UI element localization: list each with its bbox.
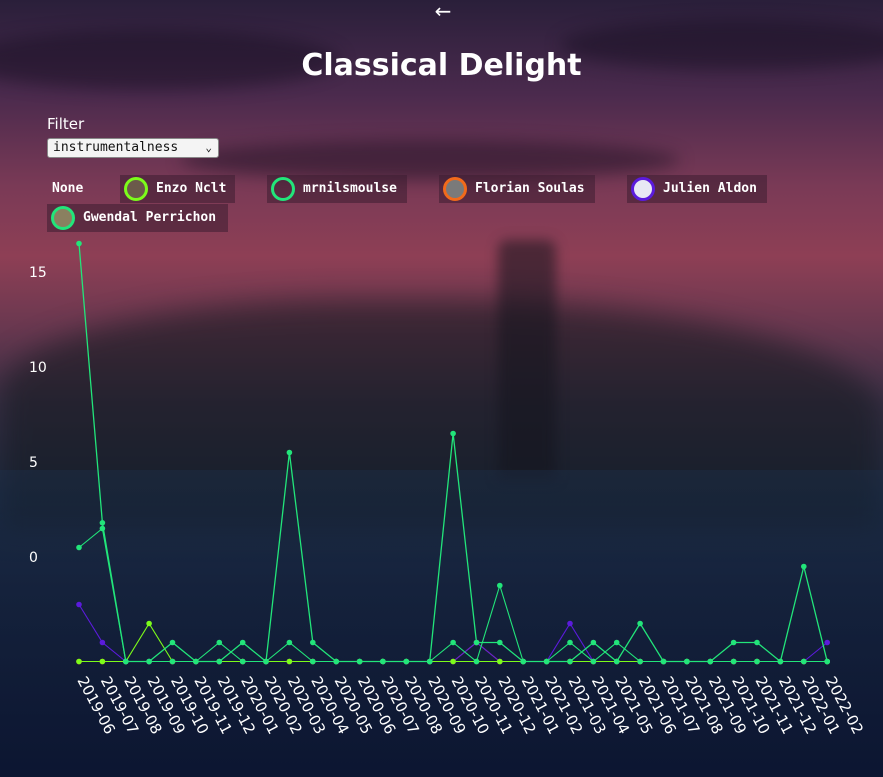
data-point — [99, 520, 106, 526]
data-point — [450, 658, 456, 665]
y-tick-label: 0 — [29, 550, 38, 566]
data-point — [590, 658, 597, 665]
data-point — [497, 639, 503, 646]
data-point — [380, 658, 386, 665]
data-point — [216, 658, 223, 665]
data-point — [239, 658, 246, 665]
data-point — [520, 658, 526, 665]
data-point — [637, 658, 643, 665]
data-point — [567, 639, 573, 646]
data-point — [146, 620, 152, 627]
data-point — [123, 658, 129, 665]
data-point — [824, 658, 830, 665]
data-point — [169, 658, 176, 665]
data-point — [333, 658, 340, 665]
data-point — [193, 658, 199, 665]
data-point — [99, 658, 106, 665]
data-point — [239, 639, 246, 646]
data-point — [543, 658, 550, 665]
data-point — [426, 658, 433, 665]
y-tick-label: 5 — [29, 455, 38, 471]
line-chart: 0 5 10 15 2019-062019-072019-082019-092019-… — [29, 240, 867, 737]
data-point — [660, 658, 667, 665]
data-point — [216, 639, 223, 646]
data-point — [310, 639, 316, 646]
data-point — [76, 544, 82, 551]
data-point — [613, 658, 620, 665]
data-point — [76, 658, 82, 665]
data-point — [310, 658, 316, 665]
data-point — [637, 620, 643, 627]
data-point — [473, 639, 480, 646]
data-point — [801, 658, 807, 665]
data-point — [684, 658, 690, 665]
data-point — [613, 639, 620, 646]
data-point — [754, 658, 760, 665]
data-point — [450, 639, 456, 646]
x-axis: 2019-062019-072019-082019-092019-102019-… — [73, 673, 866, 737]
series-line — [78, 604, 828, 663]
y-tick-label: 15 — [29, 265, 47, 281]
series-lines — [78, 243, 828, 663]
y-tick-label: 10 — [29, 360, 47, 376]
data-point — [567, 620, 573, 627]
data-point — [76, 240, 82, 247]
data-point — [497, 658, 503, 665]
data-point — [356, 658, 363, 665]
data-point — [707, 658, 714, 665]
data-point — [801, 563, 807, 570]
data-point — [497, 582, 503, 589]
data-point — [824, 639, 830, 646]
data-point — [99, 525, 106, 532]
series-points — [76, 240, 830, 665]
data-point — [76, 601, 82, 608]
y-axis: 0 5 10 15 — [29, 265, 47, 566]
series-line — [79, 641, 828, 663]
data-point — [754, 639, 760, 646]
data-point — [777, 658, 784, 665]
data-point — [403, 658, 410, 665]
series-line — [78, 243, 828, 663]
data-point — [286, 658, 293, 665]
data-point — [450, 430, 456, 437]
data-point — [286, 639, 293, 646]
data-point — [590, 639, 597, 646]
data-point — [263, 658, 269, 665]
data-point — [567, 658, 573, 665]
data-point — [730, 639, 737, 646]
data-point — [169, 639, 176, 646]
data-point — [730, 658, 737, 665]
data-point — [99, 639, 106, 646]
data-point — [146, 658, 152, 665]
data-point — [473, 658, 480, 665]
data-point — [286, 449, 293, 456]
